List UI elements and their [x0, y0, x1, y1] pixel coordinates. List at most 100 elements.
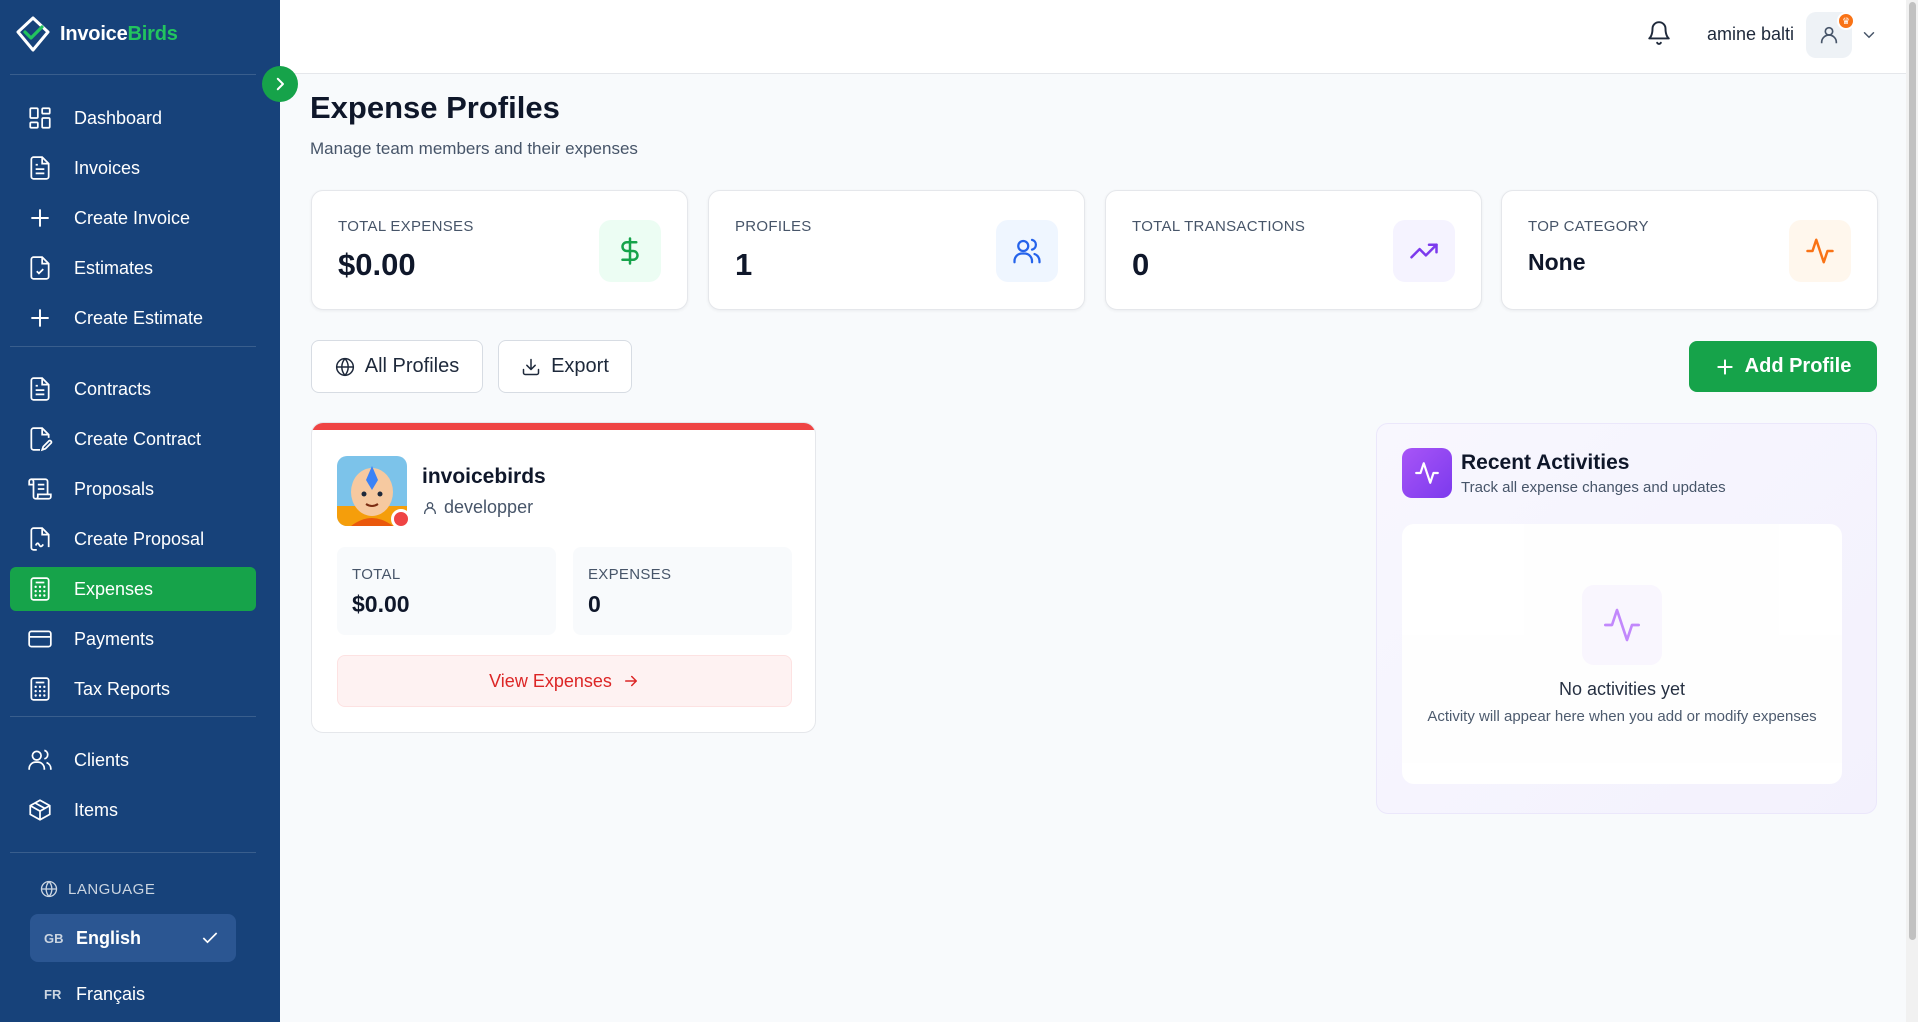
users-icon: [996, 220, 1058, 282]
status-indicator: [391, 509, 411, 529]
export-button[interactable]: Export: [498, 340, 632, 393]
profile-total-box: TOTAL $0.00: [337, 547, 556, 635]
sidebar-item-create-contract[interactable]: Create Contract: [10, 417, 256, 461]
stat-value: $0.00: [338, 247, 416, 282]
credit-card-icon: [26, 625, 54, 653]
file-signature-icon: [26, 525, 54, 553]
notifications-button[interactable]: [1646, 20, 1672, 51]
recent-activities-panel: Recent Activities Track all expense chan…: [1376, 423, 1877, 814]
sidebar-item-label: Create Contract: [74, 428, 202, 449]
user-name[interactable]: amine balti: [1707, 24, 1794, 45]
download-icon: [522, 358, 540, 375]
stat-label: TOTAL TRANSACTIONS: [1132, 218, 1306, 235]
stat-label: TOP CATEGORY: [1528, 218, 1649, 235]
sidebar-item-create-invoice[interactable]: Create Invoice: [10, 196, 256, 240]
profile-card[interactable]: invoicebirds developper TOTAL $0.00 EXPE…: [311, 422, 816, 733]
document-check-icon: [26, 254, 54, 282]
sidebar-item-create-proposal[interactable]: Create Proposal: [10, 517, 256, 561]
empty-state-subtitle: Activity will appear here when you add o…: [1427, 708, 1817, 725]
stat-label: PROFILES: [735, 218, 812, 235]
sidebar-item-label: Clients: [74, 749, 130, 770]
plus-icon: [26, 304, 54, 332]
language-code: GB: [44, 930, 64, 946]
calculator-icon: [26, 675, 54, 703]
calculator-icon: [26, 575, 54, 603]
dashboard-icon: [26, 104, 54, 132]
document-icon: [26, 154, 54, 182]
sidebar-item-label: Invoices: [74, 157, 141, 178]
sidebar-item-label: Create Proposal: [74, 528, 205, 549]
stat-value: None: [1528, 249, 1586, 275]
users-icon: [26, 746, 54, 774]
stat-card-profiles: PROFILES 1: [708, 190, 1085, 310]
sidebar-item-items[interactable]: Items: [10, 788, 256, 832]
document-icon: [26, 375, 54, 403]
sidebar-item-label: Items: [74, 799, 119, 820]
sidebar-item-estimates[interactable]: Estimates: [10, 246, 256, 290]
stat-value: 1: [735, 247, 753, 282]
user-icon: [1820, 26, 1838, 44]
page-subtitle: Manage team members and their expenses: [310, 139, 638, 158]
arrow-right-icon: [624, 675, 637, 687]
profile-role: developper: [422, 497, 533, 518]
language-heading: LANGUAGE: [40, 880, 155, 898]
app-logo[interactable]: InvoiceBirds: [14, 16, 178, 52]
profile-role-label: developper: [444, 497, 534, 517]
add-profile-button[interactable]: Add Profile: [1689, 341, 1877, 392]
sidebar-divider: [10, 716, 256, 717]
sidebar-item-clients[interactable]: Clients: [10, 738, 256, 782]
sidebar-item-label: Proposals: [74, 478, 155, 499]
profile-expenses-value: 0: [588, 591, 601, 617]
empty-state-title: No activities yet: [1558, 679, 1686, 699]
profile-card-accent: [312, 423, 815, 430]
language-code: FR: [44, 986, 62, 1002]
sidebar-item-label: Contracts: [74, 378, 152, 399]
globe-icon: [335, 357, 354, 376]
sidebar-item-tax-reports[interactable]: Tax Reports: [10, 667, 256, 711]
profile-total-value: $0.00: [352, 591, 410, 617]
sidebar-item-contracts[interactable]: Contracts: [10, 367, 256, 411]
trending-up-icon: [1393, 220, 1455, 282]
sidebar-item-create-estimate[interactable]: Create Estimate: [10, 296, 256, 340]
sidebar-item-label: Estimates: [74, 257, 154, 278]
profile-expenses-label: EXPENSES: [588, 566, 672, 583]
activity-icon: [1582, 585, 1662, 665]
sidebar-item-dashboard[interactable]: Dashboard: [10, 96, 256, 140]
all-profiles-button[interactable]: All Profiles: [311, 340, 483, 393]
sidebar-item-label: Payments: [74, 628, 155, 649]
language-label: Français: [76, 983, 146, 1004]
sidebar-divider: [10, 852, 256, 853]
globe-icon: [40, 880, 58, 898]
activity-icon: [1402, 448, 1452, 498]
sidebar-item-label: Create Invoice: [74, 207, 191, 228]
sidebar-item-invoices[interactable]: Invoices: [10, 146, 256, 190]
empty-state: No activities yet Activity will appear h…: [1402, 524, 1842, 784]
check-icon: [202, 932, 218, 944]
logo-icon: [16, 16, 50, 52]
recent-activities-subtitle: Track all expense changes and updates: [1461, 479, 1726, 496]
scroll-icon: [26, 475, 54, 503]
chevron-down-icon[interactable]: [1860, 26, 1878, 44]
recent-activities-title: Recent Activities: [1461, 451, 1630, 474]
profile-total-label: TOTAL: [352, 566, 401, 583]
user-icon: [424, 501, 436, 514]
all-profiles-label: All Profiles: [364, 355, 460, 377]
sidebar-item-payments[interactable]: Payments: [10, 617, 256, 661]
plus-icon: [26, 204, 54, 232]
sidebar-item-label: Create Estimate: [74, 307, 204, 328]
language-option-french[interactable]: FR Français: [30, 970, 236, 1018]
stat-value: 0: [1132, 247, 1150, 282]
sidebar-item-expenses[interactable]: Expenses: [10, 567, 256, 611]
language-option-english[interactable]: GB English: [30, 914, 236, 962]
page-title: Expense Profiles: [310, 90, 560, 125]
view-expenses-button[interactable]: View Expenses: [337, 655, 792, 707]
crown-badge-icon: ♛: [1837, 12, 1855, 30]
profile-name: invoicebirds: [422, 465, 546, 488]
scrollbar-thumb[interactable]: [1909, 2, 1916, 940]
sidebar-item-proposals[interactable]: Proposals: [10, 467, 256, 511]
sidebar-divider: [10, 346, 256, 347]
sidebar-toggle-button[interactable]: [262, 66, 298, 102]
bell-icon: [1648, 21, 1670, 45]
sidebar-item-label: Dashboard: [74, 107, 163, 128]
language-label: English: [76, 927, 142, 948]
